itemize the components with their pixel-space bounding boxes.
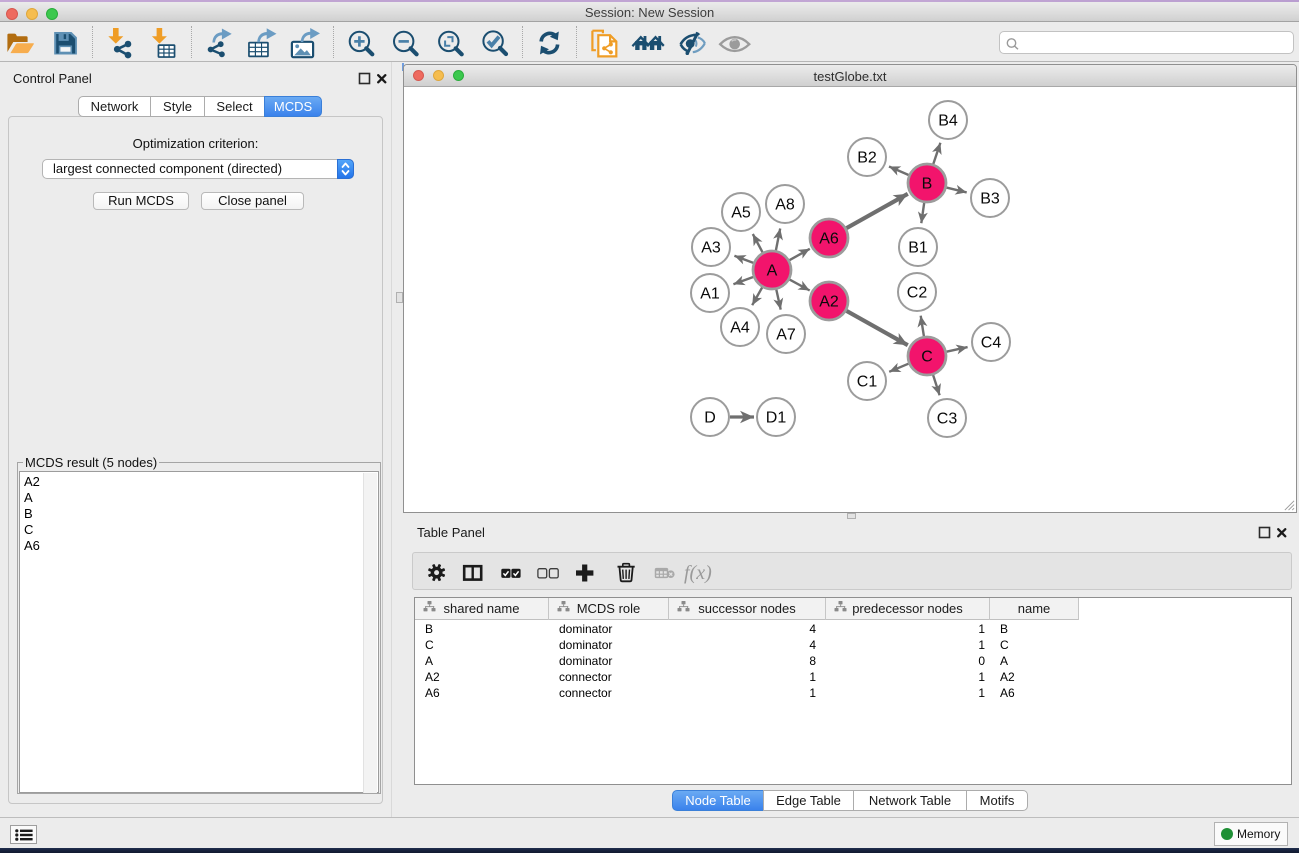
svg-text:A3: A3 (701, 240, 721, 257)
svg-text:f(x): f(x) (684, 562, 712, 584)
svg-text:A6: A6 (819, 231, 839, 248)
svg-text:B2: B2 (857, 150, 877, 167)
svg-text:B3: B3 (980, 191, 1000, 208)
svg-text:A5: A5 (731, 205, 751, 222)
svg-text:A7: A7 (776, 327, 796, 344)
svg-text:B: B (922, 176, 933, 193)
svg-text:D: D (704, 410, 716, 427)
svg-text:B4: B4 (938, 113, 958, 130)
svg-text:A4: A4 (730, 320, 750, 337)
svg-text:A2: A2 (819, 294, 839, 311)
svg-text:C2: C2 (907, 285, 928, 302)
svg-text:A1: A1 (700, 286, 720, 303)
svg-text:A8: A8 (775, 197, 795, 214)
svg-text:B1: B1 (908, 240, 928, 257)
svg-text:C: C (921, 349, 933, 366)
svg-text:C3: C3 (937, 411, 958, 428)
svg-text:D1: D1 (766, 410, 787, 427)
svg-text:C4: C4 (981, 335, 1002, 352)
svg-text:C1: C1 (857, 374, 878, 391)
svg-text:A: A (767, 263, 778, 280)
